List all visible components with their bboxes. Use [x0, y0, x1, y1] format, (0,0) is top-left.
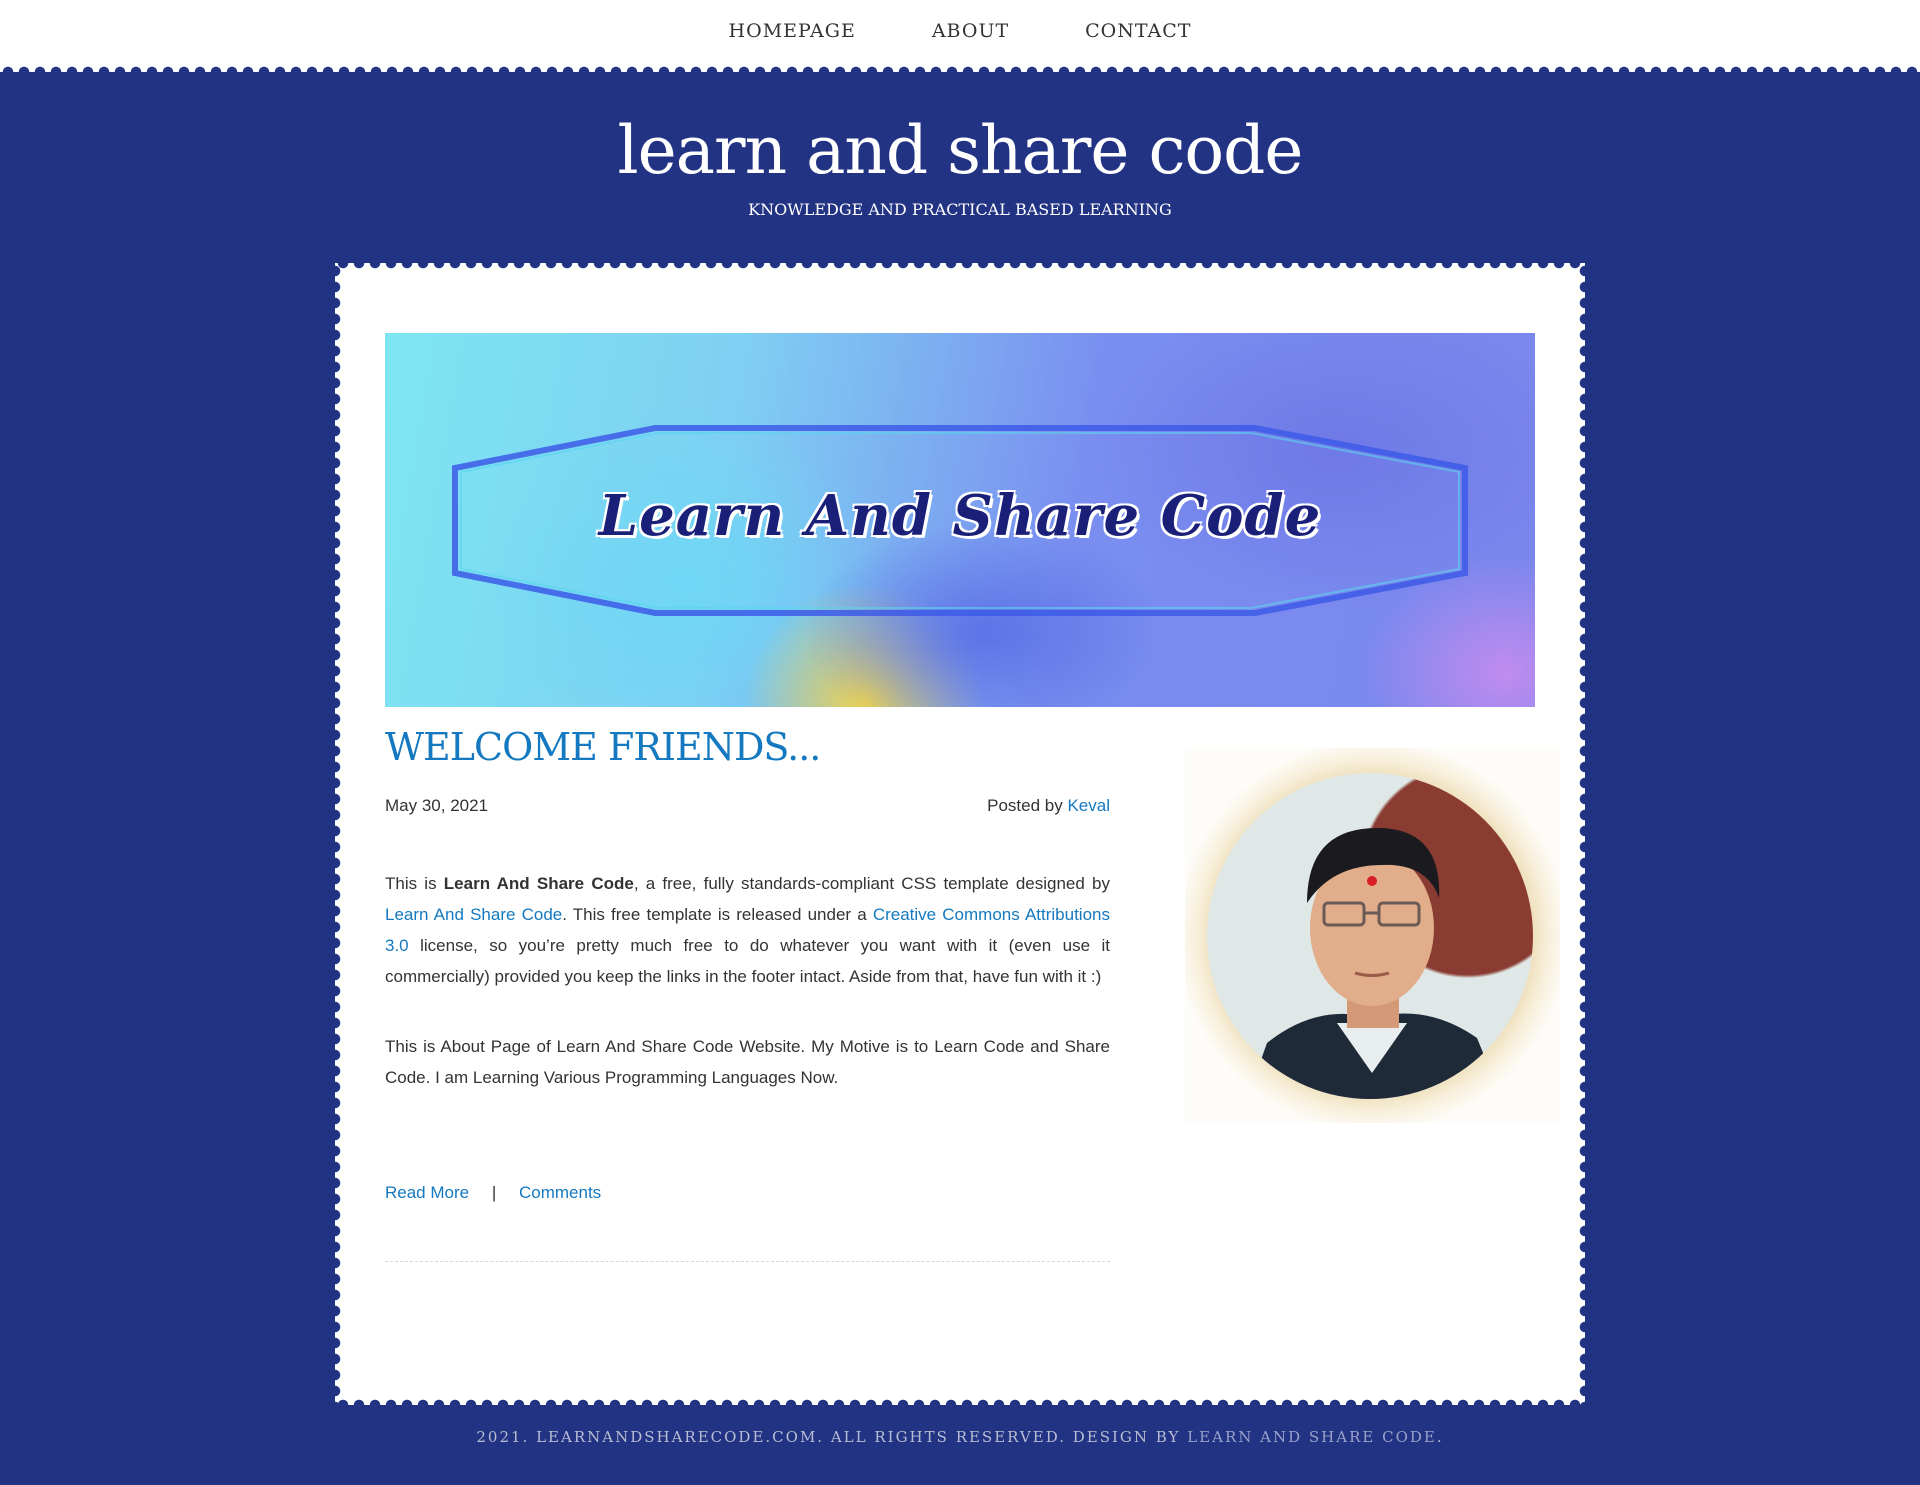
designer-link[interactable]: Learn And Share Code	[385, 905, 562, 924]
site-title[interactable]: learn and share code	[0, 112, 1920, 189]
content-card: Learn And Share Code WELCOME FRIENDS... …	[328, 256, 1592, 1412]
banner-image: Learn And Share Code	[385, 333, 1535, 707]
p1-text-1: , a free, fully standards-compliant CSS …	[633, 874, 1110, 893]
read-more-link[interactable]: Read More	[385, 1183, 469, 1202]
banner-logo-text: Learn And Share Code	[598, 483, 1322, 549]
post-author-line: Posted by Keval	[987, 796, 1110, 816]
nav-menu: HOMEPAGE ABOUT CONTACT	[0, 20, 1920, 42]
post-author-link[interactable]: Keval	[1067, 796, 1110, 815]
posted-by-label: Posted by	[987, 796, 1063, 815]
post-divider	[385, 1261, 1110, 1262]
top-navigation: HOMEPAGE ABOUT CONTACT	[0, 0, 1920, 72]
nav-item-contact: CONTACT	[1085, 20, 1191, 42]
p1-bold-name: Learn And Share Code	[443, 874, 634, 893]
post-actions: Read More | Comments	[385, 1183, 601, 1203]
post-date: May 30, 2021	[385, 796, 489, 815]
nav-scalloped-edge	[0, 66, 1920, 78]
comments-link[interactable]: Comments	[519, 1183, 601, 1202]
avatar-photo	[1207, 773, 1533, 1099]
card-perforated-edge-right	[1578, 263, 1592, 1405]
nav-link-homepage[interactable]: HOMEPAGE	[729, 20, 856, 42]
nav-item-about: ABOUT	[932, 20, 1009, 42]
p1-text-2: . This free template is released under a	[562, 905, 873, 924]
post-body: This is Learn And Share Code, a free, fu…	[385, 868, 1110, 1132]
post-paragraph-2: This is About Page of Learn And Share Co…	[385, 1037, 1110, 1087]
nav-item-homepage: HOMEPAGE	[729, 20, 856, 42]
site-tagline: KNOWLEDGE AND PRACTICAL BASED LEARNING	[748, 200, 1172, 219]
footer-copyright: 2021. LEARNANDSHARECODE.COM. ALL RIGHTS …	[476, 1428, 1188, 1446]
author-avatar-image	[1185, 748, 1560, 1123]
post-title[interactable]: WELCOME FRIENDS...	[385, 725, 821, 769]
footer-end: .	[1436, 1428, 1444, 1446]
p1-text-3: license, so you’re pretty much free to d…	[385, 936, 1110, 986]
card-perforated-edge-top	[335, 256, 1585, 270]
card-perforated-edge-left	[328, 263, 342, 1405]
site-footer: 2021. LEARNANDSHARECODE.COM. ALL RIGHTS …	[0, 1428, 1920, 1446]
person-silhouette-icon	[1247, 828, 1502, 1099]
p1-intro: This is	[385, 874, 444, 893]
post-paragraph-1: This is Learn And Share Code, a free, fu…	[385, 868, 1110, 992]
nav-link-about[interactable]: ABOUT	[932, 20, 1009, 42]
nav-link-contact[interactable]: CONTACT	[1085, 20, 1191, 42]
footer-designer-link[interactable]: LEARN AND SHARE CODE	[1187, 1428, 1437, 1446]
card-perforated-edge-bottom	[335, 1398, 1585, 1412]
actions-separator: |	[491, 1183, 497, 1202]
